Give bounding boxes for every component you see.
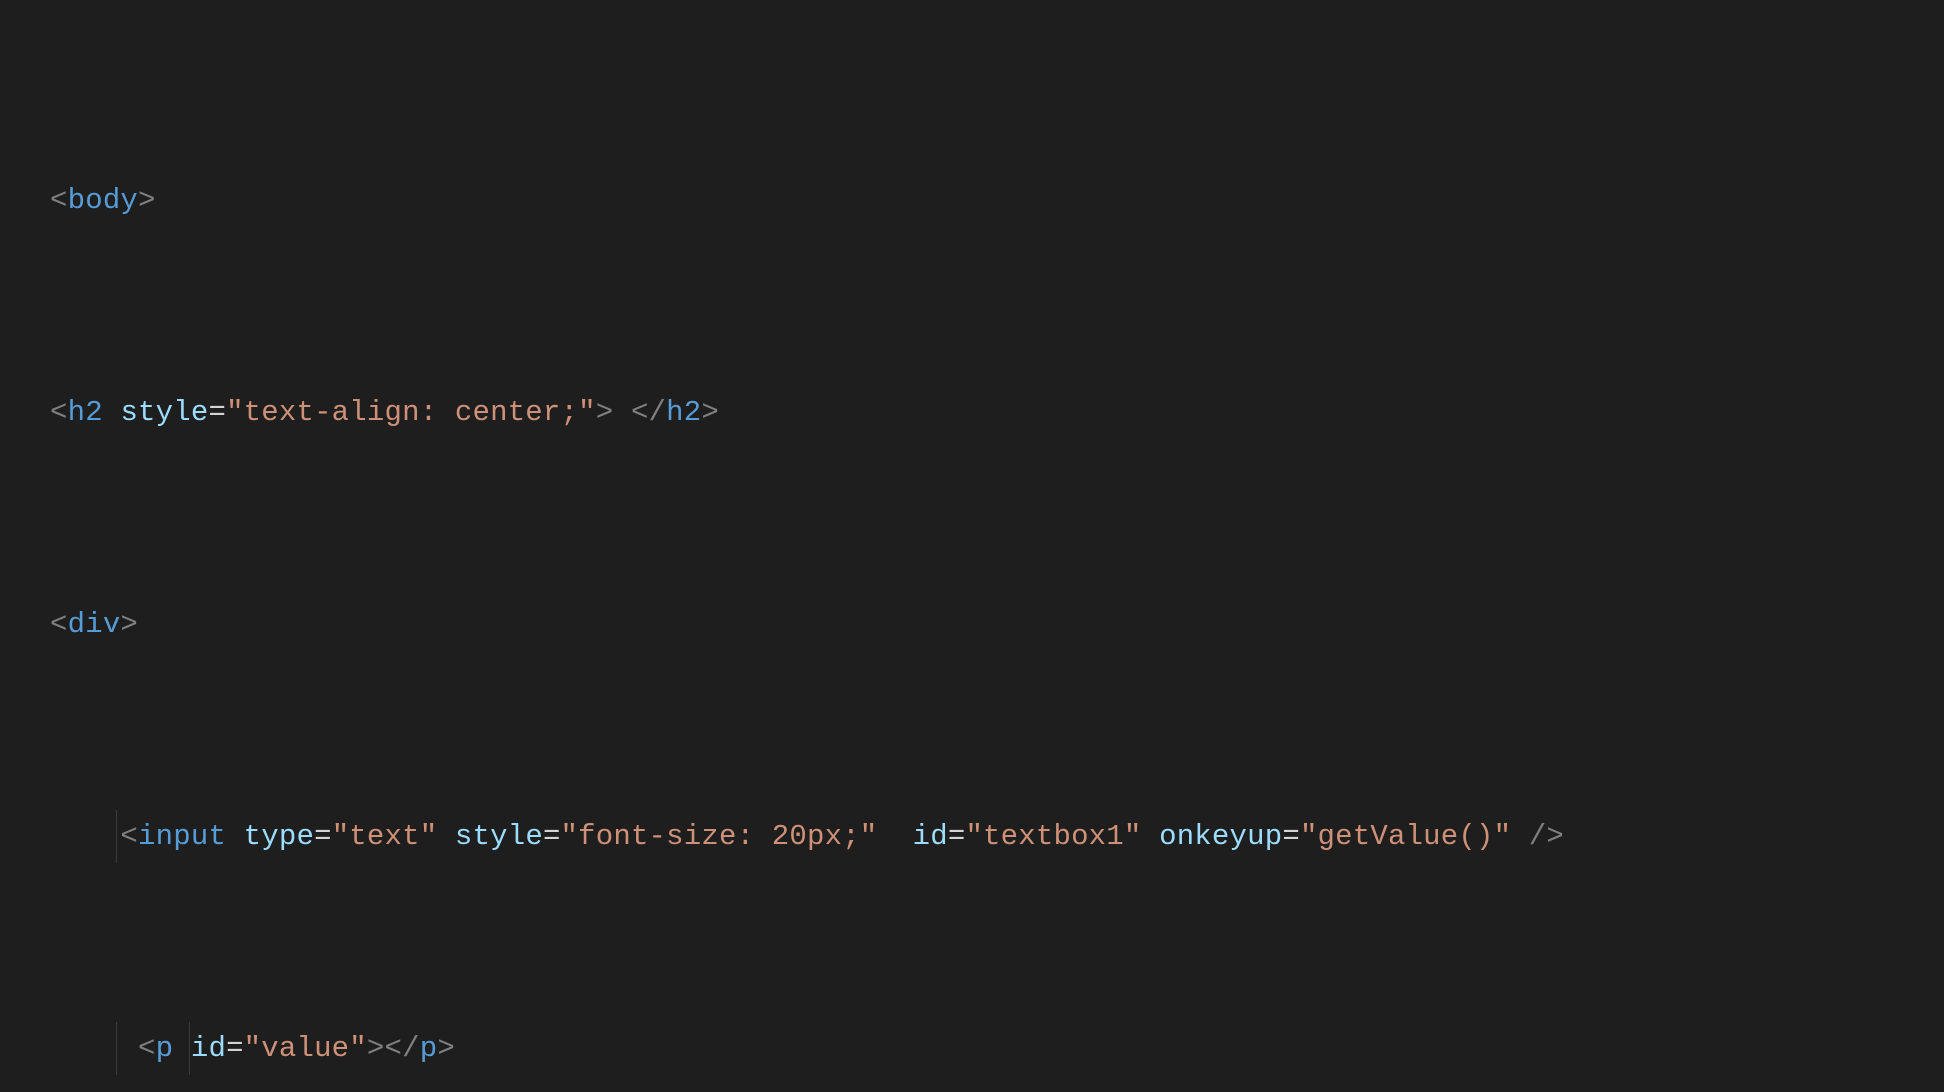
- code-editor[interactable]: <body> <h2 style="text-align: center;"> …: [0, 0, 1944, 1092]
- attr-id: id: [913, 820, 948, 853]
- tag-div: div: [68, 608, 121, 641]
- attr-style: style: [120, 396, 208, 429]
- tag-p: p: [156, 1032, 174, 1065]
- attr-onkeyup: onkeyup: [1159, 820, 1282, 853]
- attr-type: type: [244, 820, 314, 853]
- code-line[interactable]: <input type="text" style="font-size: 20p…: [50, 810, 1944, 863]
- code-line[interactable]: <div>: [50, 598, 1944, 651]
- code-line[interactable]: <p id="value"></p>: [50, 1022, 1944, 1075]
- attr-style: style: [455, 820, 543, 853]
- tag-input: input: [138, 820, 226, 853]
- attr-id: id: [191, 1032, 226, 1065]
- bracket-open: <: [50, 184, 68, 217]
- bracket-close: >: [138, 184, 156, 217]
- code-line[interactable]: <body>: [50, 174, 1944, 227]
- code-line[interactable]: <h2 style="text-align: center;"> </h2>: [50, 386, 1944, 439]
- tag-body: body: [68, 184, 138, 217]
- tag-h2: h2: [68, 396, 103, 429]
- string-value: "text-align: center;": [226, 396, 596, 429]
